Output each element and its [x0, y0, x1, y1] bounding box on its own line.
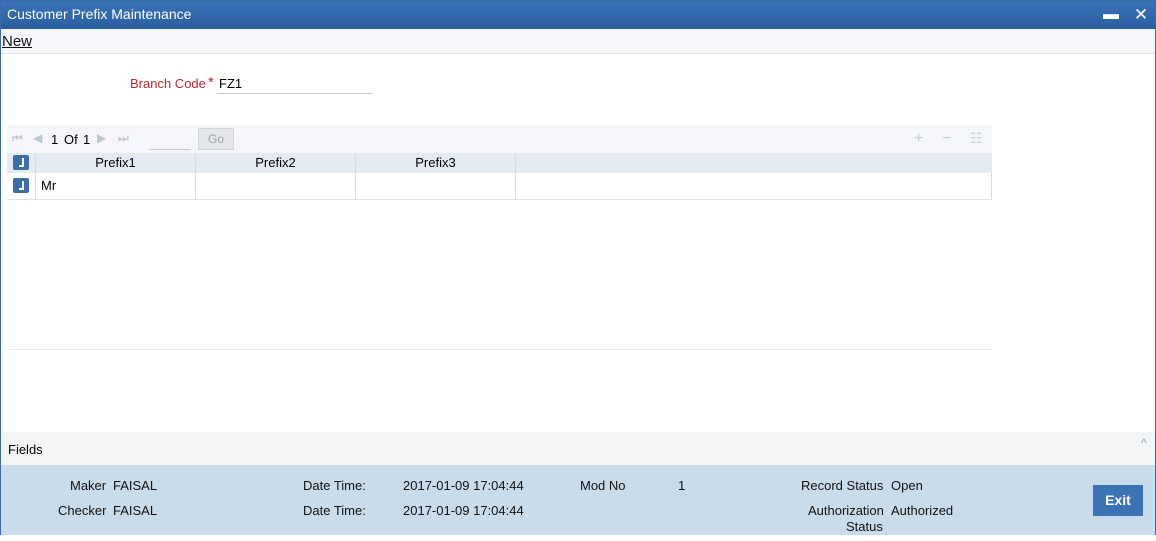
column-filler [515, 153, 992, 173]
column-prefix2[interactable]: Prefix2 [195, 153, 355, 173]
go-button[interactable]: Go [198, 128, 234, 150]
auth-status-label-2: Status [846, 519, 883, 534]
auth-status-value: Authorized [891, 503, 954, 518]
menu-bar: New [1, 29, 1155, 54]
plus-icon[interactable]: + [914, 130, 923, 148]
fields-label: Fields [8, 442, 43, 457]
maker-datetime-value: 2017-01-09 17:04:44 [403, 478, 524, 493]
list-icon[interactable]: ☷ [970, 130, 983, 147]
title-bar[interactable]: Customer Prefix Maintenance ▬ ✕ [1, 1, 1155, 29]
checker-datetime-value: 2017-01-09 17:04:44 [403, 503, 524, 518]
window-title: Customer Prefix Maintenance [7, 6, 192, 22]
collapse-chevron-icon[interactable]: ^ [1141, 436, 1147, 450]
cell-prefix1[interactable]: Mr [35, 173, 195, 199]
mod-no-value: 1 [678, 478, 686, 493]
page-goto-input[interactable] [149, 129, 191, 150]
table-row[interactable]: Mr [7, 173, 992, 200]
row-checkbox[interactable] [13, 178, 29, 193]
record-status-label: Record Status [801, 478, 884, 493]
next-page-icon[interactable]: ▶ [97, 131, 106, 145]
checker-value: FAISAL [113, 503, 158, 518]
exit-button[interactable]: Exit [1093, 485, 1143, 516]
cell-filler [515, 173, 992, 199]
fields-section[interactable]: Fields ^ [1, 432, 1155, 465]
cell-prefix2[interactable] [195, 173, 355, 199]
cell-prefix3[interactable] [355, 173, 515, 199]
grid-header: Prefix1 Prefix2 Prefix3 [7, 153, 992, 173]
auth-status-label: Authorization [808, 503, 884, 518]
required-marker: * [208, 74, 214, 91]
close-icon[interactable]: ✕ [1131, 4, 1151, 26]
column-prefix1[interactable]: Prefix1 [35, 153, 195, 173]
new-link[interactable]: New [2, 33, 32, 50]
prev-page-icon[interactable]: ◀ [33, 131, 42, 145]
mod-no-label: Mod No [580, 478, 626, 493]
audit-footer: Maker FAISAL Checker FAISAL Date Time: 2… [1, 465, 1155, 535]
branch-code-label: Branch Code [130, 76, 206, 91]
page-of-label: Of [64, 132, 78, 147]
checker-label: Checker [58, 503, 107, 518]
prefix-grid: ⏮ ◀ 1 Of 1 ▶ ⏭ Go + − ☷ Prefix1 Prefix2 … [7, 125, 992, 350]
select-all-checkbox[interactable] [13, 155, 29, 170]
minimize-icon[interactable]: ▬ [1101, 4, 1121, 26]
record-status-value: Open [891, 478, 923, 493]
maker-datetime-label: Date Time: [303, 478, 366, 493]
minus-icon[interactable]: − [942, 130, 951, 148]
customer-prefix-window: Customer Prefix Maintenance ▬ ✕ New Bran… [0, 0, 1156, 535]
last-page-icon[interactable]: ⏭ [118, 131, 129, 146]
page-total: 1 [83, 132, 91, 147]
grid-pager: ⏮ ◀ 1 Of 1 ▶ ⏭ Go + − ☷ [7, 125, 992, 153]
page-current: 1 [51, 132, 59, 147]
first-page-icon[interactable]: ⏮ [12, 131, 23, 146]
column-prefix3[interactable]: Prefix3 [355, 153, 515, 173]
checker-datetime-label: Date Time: [303, 503, 366, 518]
branch-code-input[interactable] [217, 73, 372, 94]
maker-label: Maker [70, 478, 107, 493]
maker-value: FAISAL [113, 478, 158, 493]
